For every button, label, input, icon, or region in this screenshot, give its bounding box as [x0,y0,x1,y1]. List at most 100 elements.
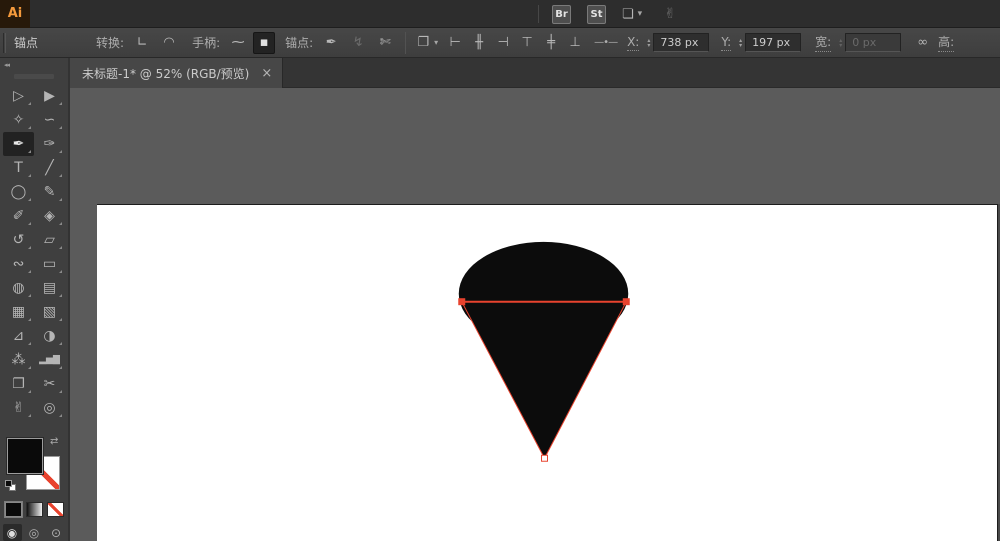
cut-path-button[interactable]: ✄ [374,32,396,54]
lasso-tool[interactable]: ∽ [34,108,65,132]
line-segment-tool[interactable]: ╱ [34,156,65,180]
convert-buttons: ∟ ◠ [131,32,180,54]
chevron-down-icon[interactable]: ▾ [434,38,438,47]
scale-tool[interactable]: ▱ [34,228,65,252]
workspace-switcher-icon[interactable]: ❏ [622,7,634,22]
convert-to-corner-button[interactable]: ∟ [131,32,153,54]
document-tab[interactable]: 未标题-1* @ 52% (RGB/预览) × [70,58,284,88]
align-left-button[interactable]: ⊢ [444,32,466,54]
menu-bar: Ai Br St ❏ ▾ ✌ [0,0,1000,28]
touch-workspace-icon[interactable]: ✌ [664,6,676,22]
app-logo-icon: Ai [0,0,30,28]
y-label[interactable]: Y: [721,35,732,51]
tool-icon: ▭ [42,256,57,272]
document-area: 未标题-1* @ 52% (RGB/预览) × [70,58,1000,541]
tool-icon: ╱ [45,160,54,176]
free-transform-tool[interactable]: ▭ [34,252,65,276]
paint-style-buttons [0,501,68,518]
ellipse-tool[interactable]: ◯ [3,180,34,204]
convert-label: 转换: [96,36,125,50]
tool-grid: ▷ ▶ ✧ ∽ ✒ ✑ T ╱ ◯ ✎ ✐ ◈ ↺ ▱ ∾ ▭ ◍ ▤ ▦ ▧ ⊿ ◑ ⁂ ▂▅▇ ❐ ✂ ✌ ◎ [0,84,68,420]
draw-inside-mode-button[interactable]: ⊙ [47,524,66,541]
color-button[interactable] [3,501,23,518]
bridge-button[interactable]: Br [552,4,571,24]
tool-icon: ✐ [12,208,25,224]
gradient-tool[interactable]: ▧ [34,300,65,324]
tool-icon: ∽ [43,112,56,128]
align-bottom-button[interactable]: ⊥ [564,32,586,54]
control-bar: 锚点 转换: ∟ ◠ 手柄: ⁓ ▪ 锚点: ✒ ↯ ✄ ❐ ▾ ⊢ ╫ ⊣ ⊤ ╪ ⊥ —•— … [0,28,1000,58]
panel-grip[interactable] [3,32,6,53]
tool-icon: ⊿ [12,328,25,344]
tool-icon: ✑ [43,136,56,152]
gradient-button[interactable] [25,502,43,517]
tab-bar: 未标题-1* @ 52% (RGB/预览) × [70,58,1000,88]
drawing-modes: ◉ ◎ ⊙ [0,524,68,541]
handles-buttons: ⁓ ▪ [227,31,276,54]
eyedropper-tool[interactable]: ⊿ [3,324,34,348]
paintbrush-tool[interactable]: ✎ [34,180,65,204]
y-input[interactable]: 197 px [745,33,802,52]
align-v-center-button[interactable]: ╪ [540,32,562,54]
tool-icon: ✂ [43,376,56,392]
default-fill-stroke-icon[interactable] [5,480,16,491]
context-label: 锚点 [14,36,39,50]
chevron-down-icon[interactable]: ▾ [638,9,643,19]
tool-icon: ∾ [12,256,25,272]
curvature-tool[interactable]: ✑ [34,132,65,156]
link-dimensions-icon[interactable]: ∞ [917,35,928,50]
x-input[interactable]: 738 px [653,33,710,52]
symbol-sprayer-tool[interactable]: ⁂ [3,348,34,372]
eraser-tool[interactable]: ◈ [34,204,65,228]
selection-tool[interactable]: ▷ [3,84,34,108]
tool-icon: ◯ [10,184,27,200]
anchors-label: 锚点: [285,36,314,50]
handles-label: 手柄: [192,36,221,50]
show-handles-button[interactable]: ⁓ [227,32,249,54]
delete-anchor-button[interactable]: ✒ [320,32,342,54]
slice-tool[interactable]: ✂ [34,372,65,396]
stock-button[interactable]: St [587,4,606,24]
x-stepper[interactable]: ▴ ▾ [647,37,650,48]
fill-stroke-controls: ⇄ [0,436,68,494]
swap-fill-stroke-icon[interactable]: ⇄ [50,436,58,447]
x-label[interactable]: X: [627,35,640,51]
mesh-tool[interactable]: ▦ [3,300,34,324]
pen-tool[interactable]: ✒ [3,132,34,156]
shaper-tool[interactable]: ✐ [3,204,34,228]
artboard-options-button[interactable]: ❐ [412,32,434,54]
width-tool[interactable]: ∾ [3,252,34,276]
align-h-center-button[interactable]: ╫ [468,32,490,54]
align-top-button[interactable]: ⊤ [516,32,538,54]
hide-handles-button[interactable]: ▪ [253,31,276,54]
perspective-grid-tool[interactable]: ▤ [34,276,65,300]
pasteboard[interactable] [70,88,1000,541]
draw-behind-mode-button[interactable]: ◎ [25,524,44,541]
convert-to-smooth-button[interactable]: ◠ [158,32,180,54]
width-stepper: ▴ ▾ [839,36,843,49]
connect-anchors-button[interactable]: ↯ [347,32,369,54]
tool-panel: ◂◂ ▷ ▶ ✧ ∽ ✒ ✑ T ╱ ◯ ✎ ✐ ◈ ↺ ▱ ∾ ▭ ◍ ▤ ▦ ▧ ⊿ ◑ ⁂ ▂▅▇ ❐ ✂ ✌ ◎ ⇄ ◉ ◎ ⊙ [0,58,70,541]
hand-tool[interactable]: ✌ [3,396,34,420]
draw-normal-mode-button[interactable]: ◉ [2,524,22,541]
blend-tool[interactable]: ◑ [34,324,65,348]
close-icon[interactable]: × [261,67,272,80]
magic-wand-tool[interactable]: ✧ [3,108,34,132]
artboard-tool[interactable]: ❐ [3,372,34,396]
width-label: 宽: [815,33,832,52]
shape-svg[interactable] [97,205,997,541]
y-stepper[interactable]: ▴ ▾ [739,37,742,48]
shape-builder-tool[interactable]: ◍ [3,276,34,300]
none-button[interactable] [46,502,64,517]
type-tool[interactable]: T [3,156,34,180]
tool-icon: ◍ [12,280,25,296]
zoom-tool[interactable]: ◎ [34,396,65,420]
rotate-tool[interactable]: ↺ [3,228,34,252]
column-graph-tool[interactable]: ▂▅▇ [34,348,65,372]
artboard[interactable] [97,204,998,541]
panel-drag-handle[interactable] [14,74,54,79]
direct-selection-tool[interactable]: ▶ [34,84,65,108]
fill-swatch[interactable] [7,438,43,474]
collapse-panel-icon[interactable]: ◂◂ [4,61,10,69]
align-right-button[interactable]: ⊣ [492,32,514,54]
